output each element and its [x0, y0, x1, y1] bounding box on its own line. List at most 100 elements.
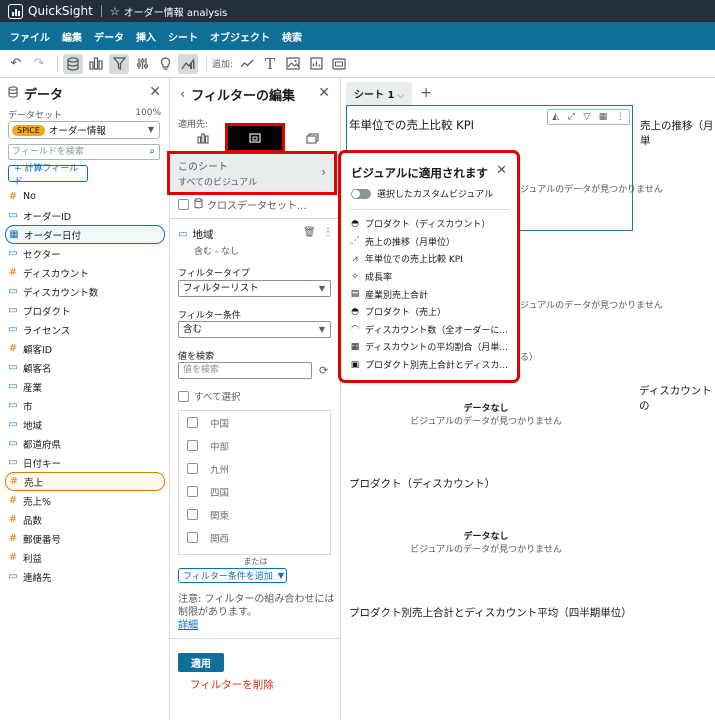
value-option[interactable]: 関東 — [179, 503, 330, 526]
field-item[interactable]: ▭ 顧客名 — [0, 358, 170, 377]
field-item[interactable]: ▦ オーダー日付 — [5, 225, 165, 244]
field-item[interactable]: ▭ オーダーID — [0, 206, 170, 225]
filter-icon[interactable] — [109, 53, 129, 74]
field-item[interactable]: ▭ 市 — [0, 396, 170, 415]
close-icon[interactable]: ✕ — [149, 84, 161, 100]
value-checkbox[interactable] — [187, 463, 198, 474]
value-checkbox[interactable] — [187, 486, 198, 497]
data-panel-icon[interactable] — [63, 53, 83, 74]
field-item[interactable]: ▭ 日付キー — [0, 453, 170, 472]
field-item[interactable]: ▭ ライセンス — [0, 320, 170, 339]
filter-type-select[interactable]: フィルターリスト ▼ — [178, 280, 331, 297]
analysis-title[interactable]: ☆ オーダー情報 analysis — [110, 4, 228, 19]
cross-dataset-option[interactable]: クロスデータセット... — [178, 197, 307, 212]
value-checkbox[interactable] — [187, 440, 198, 451]
menu-search[interactable]: 検索 — [282, 29, 302, 44]
scope-all-sheets-tab[interactable] — [288, 128, 338, 148]
field-item[interactable]: ▭ 連絡先 — [0, 567, 170, 586]
scope-this-sheet[interactable]: このシート すべてのビジュアル › — [167, 151, 337, 195]
chevron-down-icon[interactable]: ⌵ — [397, 91, 404, 101]
parameters-icon[interactable] — [132, 54, 152, 74]
trash-icon[interactable]: 🗑 — [303, 227, 316, 238]
menu-insert[interactable]: 挿入 — [136, 29, 156, 44]
field-item[interactable]: # 売上 — [5, 472, 165, 491]
undo-icon[interactable]: ↶ — [6, 54, 26, 74]
back-icon[interactable]: ‹ — [180, 87, 185, 102]
measure-icon: # — [8, 191, 18, 202]
add-visual-icon[interactable] — [237, 54, 257, 74]
menu-edit[interactable]: 編集 — [62, 29, 82, 44]
menu-file[interactable]: ファイル — [10, 29, 50, 44]
custom-visuals-toggle-row[interactable]: 選択したカスタムビジュアル — [351, 187, 493, 200]
scope-selector — [178, 123, 338, 153]
dataset-select[interactable]: SPICE オーダー情報 ▼ — [8, 121, 160, 139]
add-calculated-field-button[interactable]: + 計算フィールド — [8, 164, 88, 187]
field-item[interactable]: # No — [0, 187, 170, 206]
value-checkbox[interactable] — [187, 417, 198, 428]
value-option[interactable]: 中国 — [179, 411, 330, 434]
add-control-icon[interactable] — [329, 54, 349, 74]
filter-icon[interactable]: ▽ — [583, 112, 590, 122]
value-option[interactable]: 関西 — [179, 526, 330, 549]
value-option[interactable]: 四国 — [179, 480, 330, 503]
value-option[interactable]: 中部 — [179, 434, 330, 457]
add-filter-condition-button[interactable]: フィルター条件を追加 ▼ — [178, 568, 287, 583]
field-item[interactable]: # 売上% — [0, 491, 170, 510]
field-item[interactable]: # 顧客ID — [0, 339, 170, 358]
add-sheet-icon[interactable]: + — [420, 85, 432, 101]
menu-sheet[interactable]: シート — [168, 29, 198, 44]
visualize-icon[interactable] — [86, 54, 106, 74]
field-item[interactable]: ▭ 地域 — [0, 415, 170, 434]
filter-condition-select[interactable]: 含む ▼ — [178, 321, 331, 338]
value-label: 四国 — [210, 487, 230, 499]
close-icon[interactable]: ✕ — [318, 85, 330, 101]
value-option[interactable]: 九州 — [179, 457, 330, 480]
ml-insights-icon[interactable] — [178, 53, 198, 74]
value-search-placeholder: 値を検索 — [183, 365, 220, 375]
scope-single-visual-tab[interactable] — [178, 128, 228, 148]
redo-icon[interactable]: ↷ — [29, 54, 49, 74]
insights-icon[interactable] — [155, 54, 175, 74]
apply-button[interactable]: 適用 — [178, 653, 224, 672]
scope-sheet-tab[interactable] — [225, 123, 285, 153]
value-checkbox[interactable] — [187, 509, 198, 520]
field-item[interactable]: # 郵便番号 — [0, 529, 170, 548]
custom-visuals-toggle[interactable] — [351, 188, 371, 199]
layout-icon[interactable]: ▦ — [599, 112, 608, 122]
quicksight-logo[interactable]: QuickSight — [0, 3, 93, 19]
select-all-checkbox[interactable] — [178, 390, 189, 402]
value-search-input[interactable]: 値を検索 — [178, 362, 312, 379]
menu-data[interactable]: データ — [94, 29, 124, 44]
line-chart-icon: ⋰ — [350, 236, 360, 247]
sheet-tab-1[interactable]: シート 1 ⌵ — [346, 81, 413, 105]
menu-object[interactable]: オブジェクト — [210, 29, 270, 44]
field-item[interactable]: ▭ 都道府県 — [0, 434, 170, 453]
sheet-tabs: シート 1 ⌵ + — [346, 81, 432, 105]
field-item[interactable]: ▭ セクター — [0, 244, 170, 263]
field-search-input[interactable]: フィールドを検索 ⌕ — [8, 144, 160, 160]
expand-icon[interactable]: ⤢ — [568, 112, 575, 122]
star-icon[interactable]: ☆ — [110, 5, 120, 18]
field-item[interactable]: # ディスカウント — [0, 263, 170, 282]
field-item[interactable]: ▭ 産業 — [0, 377, 170, 396]
add-text-icon[interactable]: T — [260, 54, 280, 74]
no-data-message: ビジュアルのデータが見つかりません — [511, 301, 663, 311]
learn-more-link[interactable]: 詳細 — [178, 620, 198, 631]
insight-icon[interactable]: ◭ — [552, 112, 559, 122]
dimension-icon: ▭ — [8, 419, 18, 430]
field-item[interactable]: ▭ プロダクト — [0, 301, 170, 320]
delete-filter-link[interactable]: フィルターを削除 — [190, 677, 274, 692]
more-options-icon[interactable]: ⋮ — [323, 227, 333, 238]
add-insight-icon[interactable] — [306, 54, 326, 74]
select-all-option[interactable]: すべて選択 — [178, 389, 240, 403]
more-options-icon[interactable]: ⋮ — [616, 112, 625, 122]
analysis-name[interactable]: オーダー情報 analysis — [124, 4, 228, 19]
field-item[interactable]: # 利益 — [0, 548, 170, 567]
field-item[interactable]: # 品数 — [0, 510, 170, 529]
close-icon[interactable]: ✕ — [496, 163, 507, 178]
refresh-icon[interactable]: ⟳ — [319, 364, 328, 377]
field-item[interactable]: ▭ ディスカウント数 — [0, 282, 170, 301]
cross-dataset-checkbox[interactable] — [178, 199, 189, 210]
add-image-icon[interactable] — [283, 54, 303, 74]
value-checkbox[interactable] — [187, 532, 198, 543]
